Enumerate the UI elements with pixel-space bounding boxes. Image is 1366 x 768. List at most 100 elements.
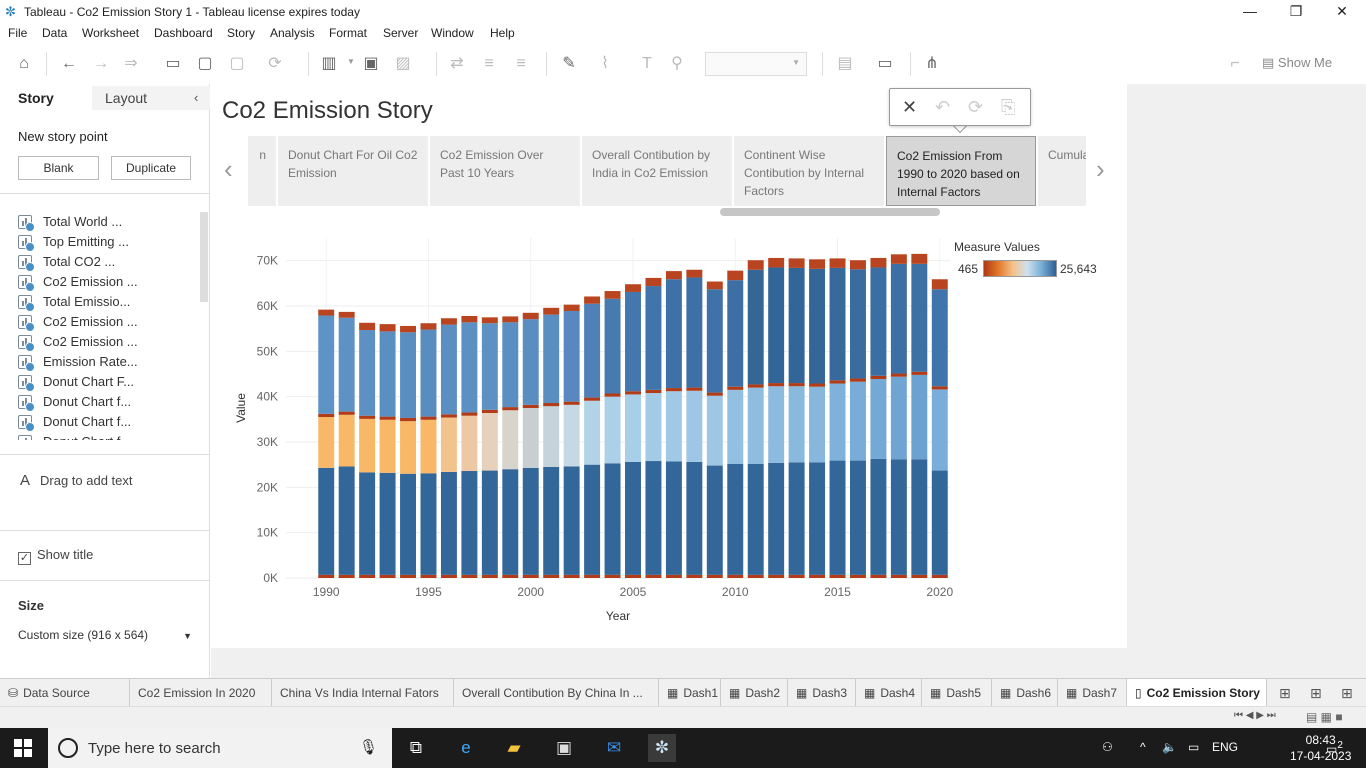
sheet-list-item[interactable]: Donut Chart f... [18,392,198,412]
menu-server[interactable]: Server [383,26,418,40]
story-point-card[interactable]: Continent Wise Contibution by Internal F… [734,136,884,206]
sheet-tab[interactable]: ▯ Co2 Emission Story [1127,679,1267,707]
people-icon[interactable]: ⚇ [1102,740,1113,754]
close-window-button[interactable]: ✕ [1319,0,1365,24]
sheet-tab[interactable]: Co2 Emission In 2020 [130,679,272,707]
sheet-list-scrollbar[interactable] [200,212,208,302]
menu-format[interactable]: Format [329,26,367,40]
story-point-card[interactable]: Donut Chart For Oil Co2 Emission [278,136,428,206]
show-me-button[interactable]: ▤ Show Me [1262,55,1332,71]
sheet-tab[interactable]: ▦ Dash3 [788,679,856,707]
taskbar-search[interactable]: Type here to search 🎙 [48,728,392,768]
menu-help[interactable]: Help [490,26,515,40]
size-dropdown[interactable]: ▼ Custom size (916 x 564) [18,628,192,642]
sheet-tab[interactable]: ▦ Dash1 [659,679,721,707]
menu-worksheet[interactable]: Worksheet [82,26,139,40]
restore-button[interactable]: ❐ [1273,0,1319,24]
format-painter-icon[interactable]: ⌐ [1224,53,1246,75]
menu-dashboard[interactable]: Dashboard [154,26,213,40]
story-point-card[interactable]: Co2 Emission Over Past 10 Years [430,136,580,206]
replay-icon[interactable]: ⇒ [120,53,142,75]
minimize-button[interactable]: — [1227,0,1273,24]
menu-analysis[interactable]: Analysis [270,26,315,40]
new-sheet-icon[interactable]: ⊞ [1279,685,1291,702]
new-data-source-icon[interactable]: ▢ [194,53,216,75]
story-point-card[interactable]: n [248,136,276,206]
store-icon[interactable]: ▣ [550,734,578,762]
sheet-list-item[interactable]: Total World ... [18,212,198,232]
sheet-list-item[interactable]: Emission Rate... [18,352,198,372]
sheet-list-item[interactable]: Total CO2 ... [18,252,198,272]
sheet-list-item[interactable]: Total Emissio... [18,292,198,312]
tab-story[interactable]: Story [18,90,54,106]
duplicate-sheet-icon[interactable]: ▣ [360,53,382,75]
share-icon[interactable]: ⋔ [921,53,943,75]
chevron-up-icon[interactable]: ^ [1140,740,1146,754]
language-indicator[interactable]: ENG [1212,740,1238,754]
new-story-icon[interactable]: ⊞ [1341,685,1353,702]
sheet-list-item[interactable]: Donut Chart f... [18,432,198,440]
tab-navigation-icons[interactable]: ⏮ ◀ ▶ ⏭ [1234,710,1276,721]
microphone-icon[interactable]: 🎙 [359,738,378,756]
file-explorer-icon[interactable]: ▰ [500,734,528,762]
drag-to-add-text[interactable]: A Drag to add text [20,472,133,489]
menu-file[interactable]: File [8,26,27,40]
new-dashboard-icon[interactable]: ⊞ [1310,685,1322,702]
tableau-app-icon[interactable]: ✼ [648,734,676,762]
update-icon[interactable]: ⟳ [968,97,983,117]
sheet-tab[interactable]: ▦ Dash2 [721,679,788,707]
save-icon[interactable]: ▭ [162,53,184,75]
highlight-icon[interactable]: ✎ [558,53,580,75]
mail-icon[interactable]: ✉ [600,734,628,762]
story-point-card[interactable]: Overall Contibution by India in Co2 Emis… [582,136,732,206]
show-title-checkbox[interactable]: ✓ Show title [18,547,93,565]
revert-icon[interactable]: ↶ [935,97,950,117]
story-title[interactable]: Co2 Emission Story [222,97,433,125]
sheet-tab[interactable]: China Vs India Internal Fators [272,679,454,707]
tab-layout[interactable]: Layout [105,90,147,106]
clear-sheet-icon[interactable]: ▨ [392,53,414,75]
windows-start-icon[interactable] [14,739,32,757]
pin-icon[interactable]: ⚲ [666,53,688,75]
sort-descending-icon[interactable]: ≡ [510,53,532,75]
presentation-mode-icon[interactable]: ▭ [874,53,896,75]
task-view-icon[interactable]: ⧉ [402,734,430,762]
sheet-tab[interactable]: ▦ Dash5 [922,679,992,707]
sheet-list-item[interactable]: Co2 Emission ... [18,312,198,332]
sheet-list-item[interactable]: Co2 Emission ... [18,272,198,292]
sheet-list-item[interactable]: Top Emitting ... [18,232,198,252]
edge-icon[interactable]: e [452,734,480,762]
navigator-scrollbar[interactable] [720,208,940,216]
volume-icon[interactable]: 🔈 [1162,740,1177,754]
sheet-list-item[interactable]: Donut Chart f... [18,412,198,432]
sheet-tab[interactable]: ▦ Dash7 [1058,679,1127,707]
battery-icon[interactable]: ▭ [1188,740,1199,754]
sheet-list-item[interactable]: Donut Chart F... [18,372,198,392]
sheet-tab[interactable]: ⛁ Data Source [0,679,130,707]
sheet-tab[interactable]: ▦ Dash6 [992,679,1058,707]
home-icon[interactable]: ⌂ [13,53,35,75]
undo-icon[interactable]: ← [58,53,80,75]
redo-icon[interactable]: → [90,53,112,75]
sheet-tab[interactable]: Overall Contibution By China In ... [454,679,659,707]
view-toggle-icons[interactable]: ▤ ▦ ■ [1306,710,1343,724]
refresh-icon[interactable]: ⟳ [264,53,286,75]
menu-window[interactable]: Window [431,26,474,40]
sheet-list-item[interactable]: Co2 Emission ... [18,332,198,352]
sheet-tab[interactable]: ▦ Dash4 [856,679,922,707]
new-worksheet-icon[interactable]: ▥ [318,53,340,75]
close-icon[interactable]: ✕ [902,97,917,117]
annotation-icon[interactable]: ⌇ [594,53,616,75]
sort-ascending-icon[interactable]: ≡ [478,53,500,75]
previous-story-point-icon[interactable]: ‹ [224,154,233,185]
fit-dropdown[interactable]: ▼ [705,52,807,76]
blank-button[interactable]: Blank [18,156,99,180]
save-as-new-icon[interactable]: ⎘ [1001,97,1015,117]
story-point-card[interactable]: Cumula Co2 pe Years [1038,136,1086,206]
show-labels-icon[interactable]: T [636,53,658,75]
collapse-panel-icon[interactable]: ‹ [194,90,198,105]
pause-updates-icon[interactable]: ▢ [226,53,248,75]
swap-icon[interactable]: ⇄ [446,53,468,75]
menu-data[interactable]: Data [42,26,67,40]
story-point-card[interactable]: Co2 Emission From 1990 to 2020 based on … [886,136,1036,206]
